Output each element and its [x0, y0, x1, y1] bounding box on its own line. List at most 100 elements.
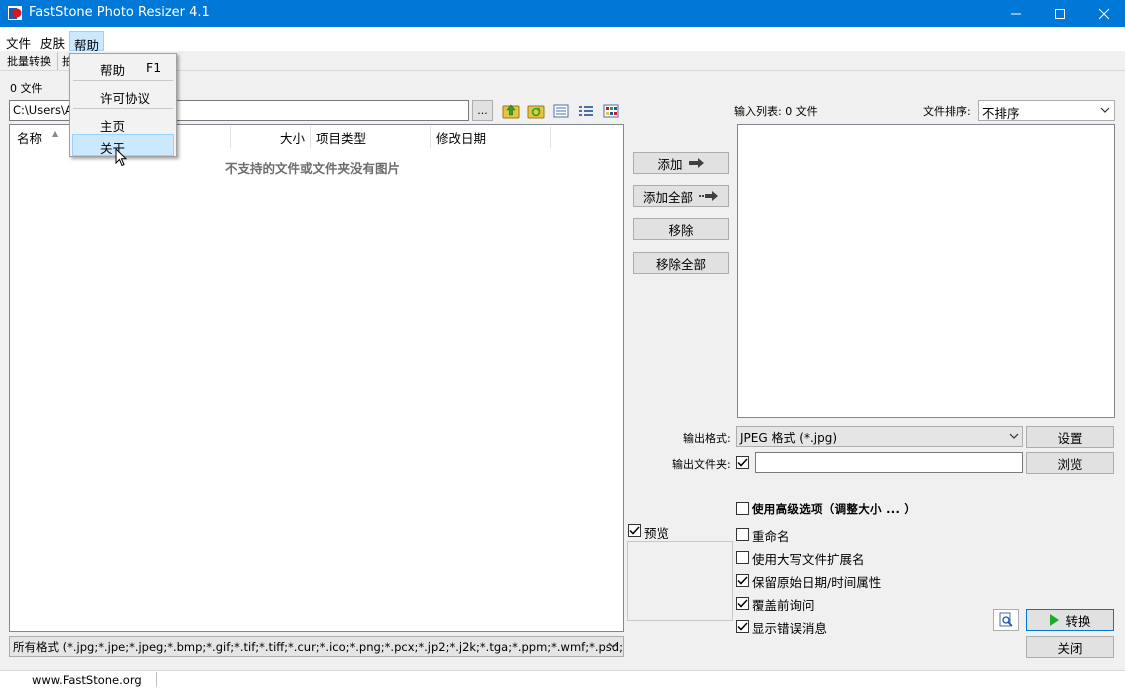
minimize-icon	[1011, 13, 1021, 14]
app-icon	[7, 5, 23, 21]
play-icon	[1050, 614, 1060, 626]
preview-output-button[interactable]	[993, 609, 1019, 631]
menu-help[interactable]: 帮助	[69, 31, 105, 53]
output-format-label: 输出格式:	[683, 432, 731, 445]
title-bar: FastStone Photo Resizer 4.1	[0, 0, 1125, 27]
help-shortcut: F1	[146, 60, 162, 75]
help-dropdown-menu: 帮助 F1 许可协议 主页 关于	[69, 53, 177, 157]
minimize-button[interactable]	[993, 0, 1039, 27]
preview-area	[627, 541, 733, 621]
remove-all-button[interactable]: 移除全部	[633, 252, 729, 274]
checkmark-icon	[629, 526, 640, 535]
input-file-list[interactable]	[737, 124, 1115, 418]
rename-label[interactable]: 重命名	[752, 526, 790, 545]
status-bar	[0, 670, 1125, 688]
preview-label: 预览	[644, 526, 670, 541]
sort-select-value: 不排序	[982, 106, 1020, 121]
double-arrow-right-icon	[699, 191, 718, 201]
add-all-button[interactable]: 添加全部	[633, 185, 729, 207]
tab-divider	[57, 52, 58, 70]
file-type-filter-value: 所有格式 (*.jpg;*.jpe;*.jpeg;*.bmp;*.gif;*.t…	[13, 640, 624, 654]
maximize-icon	[1055, 8, 1065, 19]
help-menu-help-label: 帮助	[100, 63, 126, 78]
close-icon	[1098, 8, 1110, 19]
empty-list-message: 不支持的文件或文件夹没有图片	[225, 161, 401, 176]
menu-file[interactable]: 文件	[2, 30, 35, 51]
rename-checkbox[interactable]	[736, 528, 749, 541]
output-format-select[interactable]: JPEG 格式 (*.jpg)	[736, 426, 1023, 447]
advanced-options-label[interactable]: 使用高级选项（调整大小 ... ）	[752, 501, 916, 517]
window-title: FastStone Photo Resizer 4.1	[29, 5, 210, 20]
status-divider	[156, 672, 157, 687]
chevron-down-icon	[1099, 103, 1111, 120]
column-name[interactable]: 名称	[17, 128, 42, 147]
chevron-down-icon	[1008, 429, 1020, 446]
menu-skin[interactable]: 皮肤	[36, 30, 69, 51]
arrow-right-icon	[688, 158, 704, 168]
folder-up-icon	[502, 104, 520, 119]
details-view-icon	[553, 104, 569, 118]
uppercase-extension-label[interactable]: 使用大写文件扩展名	[752, 549, 865, 568]
mouse-cursor-icon	[115, 147, 129, 171]
checkmark-icon	[737, 622, 748, 631]
chevron-down-icon	[607, 638, 619, 655]
checkmark-icon	[737, 576, 748, 585]
help-menu-item-home[interactable]: 主页	[72, 112, 174, 134]
advanced-options-checkbox[interactable]	[736, 502, 749, 515]
refresh-folder-icon	[527, 105, 545, 119]
uppercase-extension-checkbox[interactable]	[736, 551, 749, 564]
browse-folder-button[interactable]: ...	[472, 100, 493, 121]
sort-select[interactable]: 不排序	[978, 100, 1115, 121]
keep-date-checkbox[interactable]	[736, 574, 749, 587]
add-button[interactable]: 添加	[633, 152, 729, 174]
checkmark-icon	[737, 458, 748, 467]
column-divider	[430, 126, 431, 148]
output-folder-label: 输出文件夹:	[672, 458, 731, 471]
column-divider	[230, 126, 231, 148]
list-view-icon	[579, 106, 593, 116]
ask-overwrite-checkbox[interactable]	[736, 597, 749, 610]
browse-output-button[interactable]: 浏览	[1026, 452, 1114, 474]
refresh-button[interactable]	[527, 102, 545, 120]
output-folder-input[interactable]	[755, 452, 1023, 473]
column-type[interactable]: 项目类型	[316, 128, 366, 147]
convert-button-label: 转换	[1065, 613, 1091, 629]
column-divider	[310, 126, 311, 148]
convert-button[interactable]: 转换	[1026, 609, 1114, 631]
menu-bar	[0, 27, 1125, 51]
column-size[interactable]: 大小	[280, 128, 305, 147]
output-format-value: JPEG 格式 (*.jpg)	[740, 431, 838, 445]
add-all-button-label: 添加全部	[642, 189, 693, 205]
show-errors-checkbox[interactable]	[736, 620, 749, 633]
close-button[interactable]: 关闭	[1026, 636, 1114, 658]
menu-separator	[73, 80, 173, 81]
remove-button[interactable]: 移除	[633, 218, 729, 240]
column-modified[interactable]: 修改日期	[436, 128, 486, 147]
up-folder-button[interactable]	[502, 102, 520, 120]
view-thumbnails-button[interactable]	[602, 102, 620, 120]
website-link[interactable]: www.FastStone.org	[32, 673, 142, 687]
help-menu-item-license[interactable]: 许可协议	[72, 84, 174, 106]
sort-label: 文件排序:	[923, 105, 971, 118]
sort-ascending-icon: ▲	[52, 129, 59, 138]
settings-button[interactable]: 设置	[1026, 426, 1114, 448]
file-browser-list[interactable]	[9, 124, 624, 632]
thumbnails-view-icon	[603, 104, 619, 118]
add-button-label: 添加	[657, 156, 683, 172]
magnifier-document-icon	[999, 612, 1013, 627]
output-folder-checkbox[interactable]	[736, 456, 749, 469]
show-errors-label[interactable]: 显示错误消息	[752, 618, 827, 637]
ask-overwrite-label[interactable]: 覆盖前询问	[752, 595, 815, 614]
file-type-filter-select[interactable]: 所有格式 (*.jpg;*.jpe;*.jpeg;*.bmp;*.gif;*.t…	[9, 636, 624, 657]
column-divider	[550, 126, 551, 148]
close-window-button[interactable]	[1081, 0, 1125, 27]
checkmark-icon	[737, 599, 748, 608]
view-list-button[interactable]	[577, 102, 595, 120]
file-count: 0 文件	[10, 82, 43, 95]
help-menu-item-help[interactable]: 帮助 F1	[72, 56, 174, 78]
preview-checkbox[interactable]	[628, 524, 641, 537]
maximize-button[interactable]	[1037, 0, 1083, 27]
tab-batch-convert[interactable]: 批量转换	[7, 53, 51, 69]
view-details-button[interactable]	[552, 102, 570, 120]
keep-date-label[interactable]: 保留原始日期/时间属性	[752, 572, 881, 591]
